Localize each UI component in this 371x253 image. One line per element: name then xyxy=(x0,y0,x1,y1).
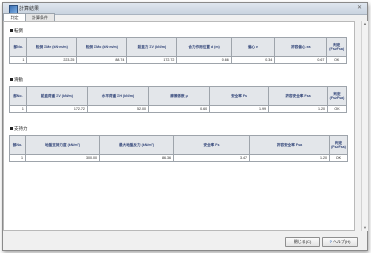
sliding-table: 部No. 鉛直荷重 ΣV (kN/m) 水平荷重 ΣH (kN/m) 摩擦係数 … xyxy=(9,86,347,113)
bearing-capacity-table: 部No. 地盤支持力度 (kN/m²) 最大地盤反力 (kN/m²) 安全率 F… xyxy=(9,135,348,162)
vertical-scrollbar[interactable]: ▲ ▼ xyxy=(361,21,368,231)
table-row: 1 223.25 88.74 172.72 0.66 0.34 0.67 OK xyxy=(8,56,347,64)
title-bar: 計算結果 ✕ xyxy=(3,3,367,15)
table-header-row: 部No. 転倒 ΣMe (kN·m/m) 転倒 ΣMo (kN·m/m) 鉛直力… xyxy=(8,37,347,57)
table-cell: 0.60 xyxy=(147,105,211,113)
column-header: 安全率 Fs xyxy=(209,86,270,106)
table-cell: 3.47 xyxy=(173,154,250,162)
column-header: 転倒 ΣMo (kN·m/m) xyxy=(76,37,128,57)
judgement-cell: OK xyxy=(329,154,348,162)
column-header: 水平荷重 ΣH (kN/m) xyxy=(86,86,150,106)
section-title-bearing: 支持力 xyxy=(10,126,28,132)
table-cell: 1.20 xyxy=(268,105,329,113)
close-button[interactable]: 閉じる(C) xyxy=(285,237,320,247)
table-cell: 172.72 xyxy=(126,56,178,64)
table-cell: 300.00 xyxy=(25,154,100,162)
column-header: 鉛直力 ΣV (kN/m) xyxy=(126,37,178,57)
section-marker-icon xyxy=(10,78,13,81)
help-button-label: ヘルプ(H) xyxy=(332,239,351,244)
column-header: 安全率 Fs xyxy=(173,135,250,155)
section-marker-icon xyxy=(10,29,13,32)
column-header: 部No. xyxy=(9,86,27,106)
help-icon: ? xyxy=(329,239,332,244)
column-header: 許容安全率 Fsa xyxy=(249,135,330,155)
section-marker-icon xyxy=(10,127,13,130)
table-cell: 88.74 xyxy=(76,56,128,64)
column-header: 偏心 e xyxy=(230,37,276,57)
section-title-overturning: 転倒 xyxy=(10,28,23,34)
table-cell: 52.00 xyxy=(86,105,150,113)
table-header-row: 部No. 鉛直荷重 ΣV (kN/m) 水平荷重 ΣH (kN/m) 摩擦係数 … xyxy=(9,86,347,106)
table-row: 1 300.00 86.36 3.47 1.20 OK xyxy=(9,154,348,162)
table-header-row: 部No. 地盤支持力度 (kN/m²) 最大地盤反力 (kN/m²) 安全率 F… xyxy=(9,135,348,155)
results-panel: 転倒 部No. 転倒 ΣMe (kN·m/m) 転倒 ΣMo (kN·m/m) … xyxy=(3,21,355,231)
column-header: 判定 (Fs≥Fsa) xyxy=(327,86,347,106)
judgement-cell: OK xyxy=(327,105,347,113)
table-cell: 1.99 xyxy=(209,105,270,113)
column-header: 部No. xyxy=(9,135,26,155)
table-cell: 0.66 xyxy=(176,56,232,64)
overturning-table: 部No. 転倒 ΣMe (kN·m/m) 転倒 ΣMo (kN·m/m) 鉛直力… xyxy=(8,37,347,64)
help-button[interactable]: ?ヘルプ(H) xyxy=(322,237,358,247)
column-header: 判定 (Fs≥Fsa) xyxy=(326,37,347,57)
table-cell: 86.36 xyxy=(99,154,174,162)
column-header: 最大地盤反力 (kN/m²) xyxy=(99,135,174,155)
tab-conditions[interactable]: 計算条件 xyxy=(25,13,55,21)
scroll-up-icon[interactable]: ▲ xyxy=(362,21,368,27)
column-header: 許容安全率 Fsa xyxy=(268,86,329,106)
column-header: 転倒 ΣMe (kN·m/m) xyxy=(26,37,78,57)
column-header: 合力作用位置 d (m) xyxy=(176,37,232,57)
column-header: 地盤支持力度 (kN/m²) xyxy=(25,135,100,155)
table-cell: 1.20 xyxy=(249,154,330,162)
window-close-icon[interactable]: ✕ xyxy=(355,4,364,12)
table-cell: 172.72 xyxy=(25,105,88,113)
scroll-down-icon[interactable]: ▼ xyxy=(362,225,368,231)
table-cell: 1 xyxy=(9,105,27,113)
judgement-cell: OK xyxy=(326,56,347,64)
column-header: 判定 (Fs≥Fsa) xyxy=(329,135,348,155)
window-title: 計算結果 xyxy=(19,6,40,12)
table-cell: 0.67 xyxy=(274,56,328,64)
column-header: 摩擦係数 μ xyxy=(147,86,211,106)
table-cell: 1 xyxy=(8,56,28,64)
section-title-sliding: 滑動 xyxy=(10,77,23,83)
table-cell: 0.34 xyxy=(230,56,276,64)
table-cell: 223.25 xyxy=(26,56,78,64)
table-row: 1 172.72 52.00 0.60 1.99 1.20 OK xyxy=(9,105,347,113)
table-cell: 1 xyxy=(9,154,26,162)
column-header: 鉛直荷重 ΣV (kN/m) xyxy=(25,86,88,106)
column-header: 部No. xyxy=(8,37,28,57)
column-header: 許容偏心 ea xyxy=(274,37,328,57)
